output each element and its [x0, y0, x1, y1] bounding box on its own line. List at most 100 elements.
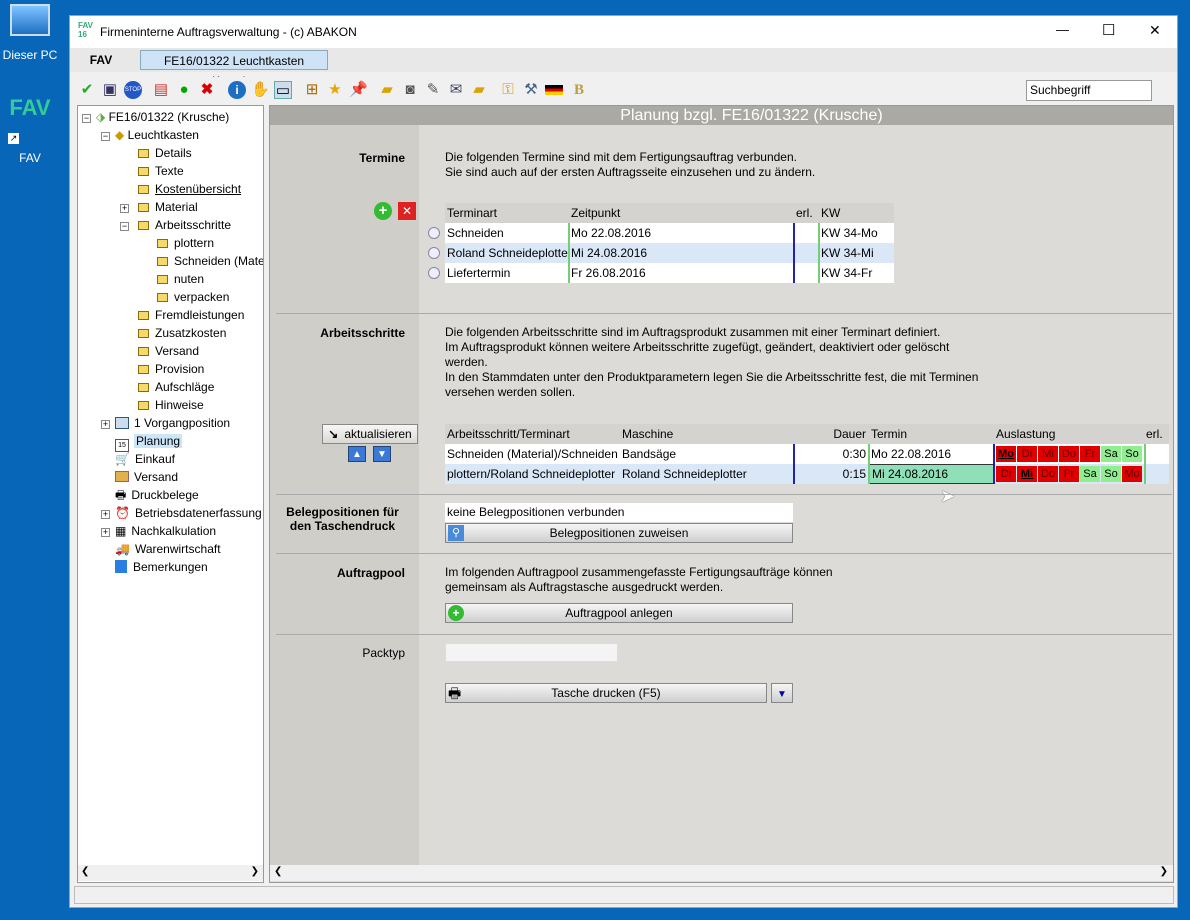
column-header[interactable]: Dauer [794, 424, 869, 444]
tree-item[interactable]: Zusatzkosten [138, 324, 226, 342]
tab-fav[interactable]: FAV [73, 50, 129, 70]
tree-item[interactable]: verpacken [157, 288, 229, 306]
row-radio[interactable] [428, 267, 440, 279]
new-document-icon[interactable]: ▤ [152, 81, 170, 99]
tree-item[interactable]: 🛒 Einkauf [115, 450, 175, 468]
tree-item[interactable]: Material [138, 198, 198, 216]
tree-item-planung[interactable]: 15 Planung [115, 432, 183, 452]
info-icon[interactable]: i [228, 81, 246, 99]
mail-icon[interactable]: ✉ [447, 81, 465, 99]
tree-item[interactable]: ▦ Nachkalkulation [115, 522, 216, 540]
table-cell[interactable]: Bandsäge [620, 444, 794, 464]
table-cell[interactable]: Liefertermin [445, 263, 569, 283]
table-cell[interactable]: Mi 24.08.2016 [569, 243, 794, 263]
tree-item[interactable]: ◆ Leuchtkasten [115, 126, 199, 144]
column-header[interactable]: Auslastung [994, 424, 1144, 444]
tree-item[interactable]: Details [138, 144, 192, 162]
collapse-root[interactable]: − [82, 114, 91, 123]
table-cell[interactable]: plottern/Roland Schneideplotter [445, 464, 620, 484]
tree-item[interactable]: Fremdleistungen [138, 306, 244, 324]
b-icon[interactable]: B [570, 81, 588, 99]
column-header[interactable]: Zeitpunkt [569, 203, 794, 223]
delete-icon[interactable]: ✖ [198, 81, 216, 99]
expand-vorgangposition[interactable]: + [101, 420, 110, 429]
table-cell[interactable]: KW 34-Mi [819, 243, 894, 263]
save-icon[interactable]: ▣ [101, 81, 119, 99]
tree-item[interactable]: Versand [115, 468, 178, 486]
remove-icon[interactable]: ✕ [398, 202, 416, 220]
tree-horizontal-scrollbar[interactable]: ❮ ❯ [78, 865, 263, 881]
row-radio[interactable] [428, 247, 440, 259]
tree-item[interactable]: Hinweise [138, 396, 204, 414]
close-button[interactable]: ✕ [1149, 22, 1161, 39]
print-dropdown-button[interactable]: ▼ [771, 683, 793, 703]
column-header[interactable]: Arbeitsschritt/Terminart [445, 424, 620, 444]
tree-item[interactable]: Aufschläge [138, 378, 214, 396]
desktop-icon-this-pc[interactable]: Dieser PC [2, 4, 58, 62]
tree-item[interactable]: Schneiden (Material) [157, 252, 263, 270]
expand-material[interactable]: + [120, 204, 129, 213]
table-cell[interactable]: Mo 22.08.2016 [869, 444, 994, 464]
column-header[interactable]: erl. [1144, 424, 1169, 444]
desktop-icon-fav[interactable]: FAV ↗ FAV [2, 95, 58, 165]
collapse-arbeitsschritte[interactable]: − [120, 222, 129, 231]
expand-nachkalkulation[interactable]: + [101, 528, 110, 537]
tree-item[interactable]: Kostenübersicht [138, 180, 241, 198]
tree-item[interactable]: Texte [138, 162, 184, 180]
tree-icon[interactable]: ⊞ [303, 81, 321, 99]
table-cell[interactable] [794, 243, 819, 263]
tree-item[interactable]: 1 Vorgangposition [115, 414, 230, 432]
key-icon[interactable]: ⚿ [499, 81, 517, 99]
move-up-button[interactable]: ▲ [348, 446, 366, 462]
add-icon[interactable]: + [374, 202, 392, 220]
table-cell[interactable]: Fr 26.08.2016 [569, 263, 794, 283]
assign-belegpositionen-button[interactable]: ⚲ Belegpositionen zuweisen [445, 523, 793, 543]
column-header[interactable]: Terminart [445, 203, 569, 223]
table-cell[interactable]: 0:30 [794, 444, 869, 464]
column-header[interactable]: Maschine [620, 424, 794, 444]
tree-item[interactable]: Versand [138, 342, 199, 360]
main-horizontal-scrollbar[interactable]: ❮ ❯ [270, 865, 1173, 881]
german-flag-icon[interactable] [545, 85, 563, 95]
folder-icon[interactable]: ▰ [378, 81, 396, 99]
camera-icon[interactable]: ◙ [401, 81, 419, 99]
move-down-button[interactable]: ▼ [373, 446, 391, 462]
packtyp-input[interactable] [445, 643, 618, 662]
tree-item[interactable]: ⏰ Betriebsdatenerfassung [115, 504, 262, 522]
create-auftragpool-button[interactable]: + Auftragpool anlegen [445, 603, 793, 623]
refresh-button[interactable]: ↘ aktualisieren [322, 424, 418, 444]
column-header[interactable]: Termin [869, 424, 994, 444]
check-icon[interactable]: ✔ [78, 81, 96, 99]
tree-item[interactable]: Bemerkungen [115, 558, 208, 576]
tree-item[interactable]: 🖶 Druckbelege [115, 486, 199, 504]
maximize-button[interactable]: ☐ [1102, 21, 1115, 39]
stop-icon[interactable]: STOP [124, 81, 142, 99]
table-cell[interactable]: Schneiden (Material)/Schneiden [445, 444, 620, 464]
table-cell[interactable]: Roland Schneideplotte [445, 243, 569, 263]
tree-item[interactable]: plottern [157, 234, 214, 252]
pin-icon[interactable]: 📌 [349, 81, 368, 99]
tree-item[interactable]: Provision [138, 360, 204, 378]
monitor-icon[interactable]: ▭ [274, 81, 292, 99]
table-cell[interactable]: KW 34-Fr [819, 263, 894, 283]
table-cell[interactable]: Roland Schneideplotter [620, 464, 794, 484]
expand-bde[interactable]: + [101, 510, 110, 519]
column-header[interactable]: KW [819, 203, 894, 223]
hand-icon[interactable]: ✋ [251, 81, 270, 99]
row-radio[interactable] [428, 227, 440, 239]
tree-root[interactable]: ⬗ FE16/01322 (Krusche) [96, 108, 229, 126]
table-cell[interactable]: KW 34-Mo [819, 223, 894, 243]
table-cell[interactable] [1144, 464, 1169, 484]
tools-icon[interactable]: ⚒ [522, 81, 540, 99]
table-cell-selected[interactable]: Mi 24.08.2016 [869, 464, 994, 484]
star-icon[interactable]: ★ [326, 81, 344, 99]
edit-icon[interactable]: ✎ [424, 81, 442, 99]
folder-add-icon[interactable]: ▰ [470, 81, 488, 99]
search-input[interactable]: Suchbegriff [1026, 80, 1152, 101]
table-cell[interactable]: Mo 22.08.2016 [569, 223, 794, 243]
collapse-leuchtkasten[interactable]: − [101, 132, 110, 141]
green-circle-icon[interactable]: ● [175, 81, 193, 99]
minimize-button[interactable]: — [1056, 22, 1069, 37]
tree-item[interactable]: 🚚 Warenwirtschaft [115, 540, 221, 558]
tree-item[interactable]: Arbeitsschritte [138, 216, 231, 234]
